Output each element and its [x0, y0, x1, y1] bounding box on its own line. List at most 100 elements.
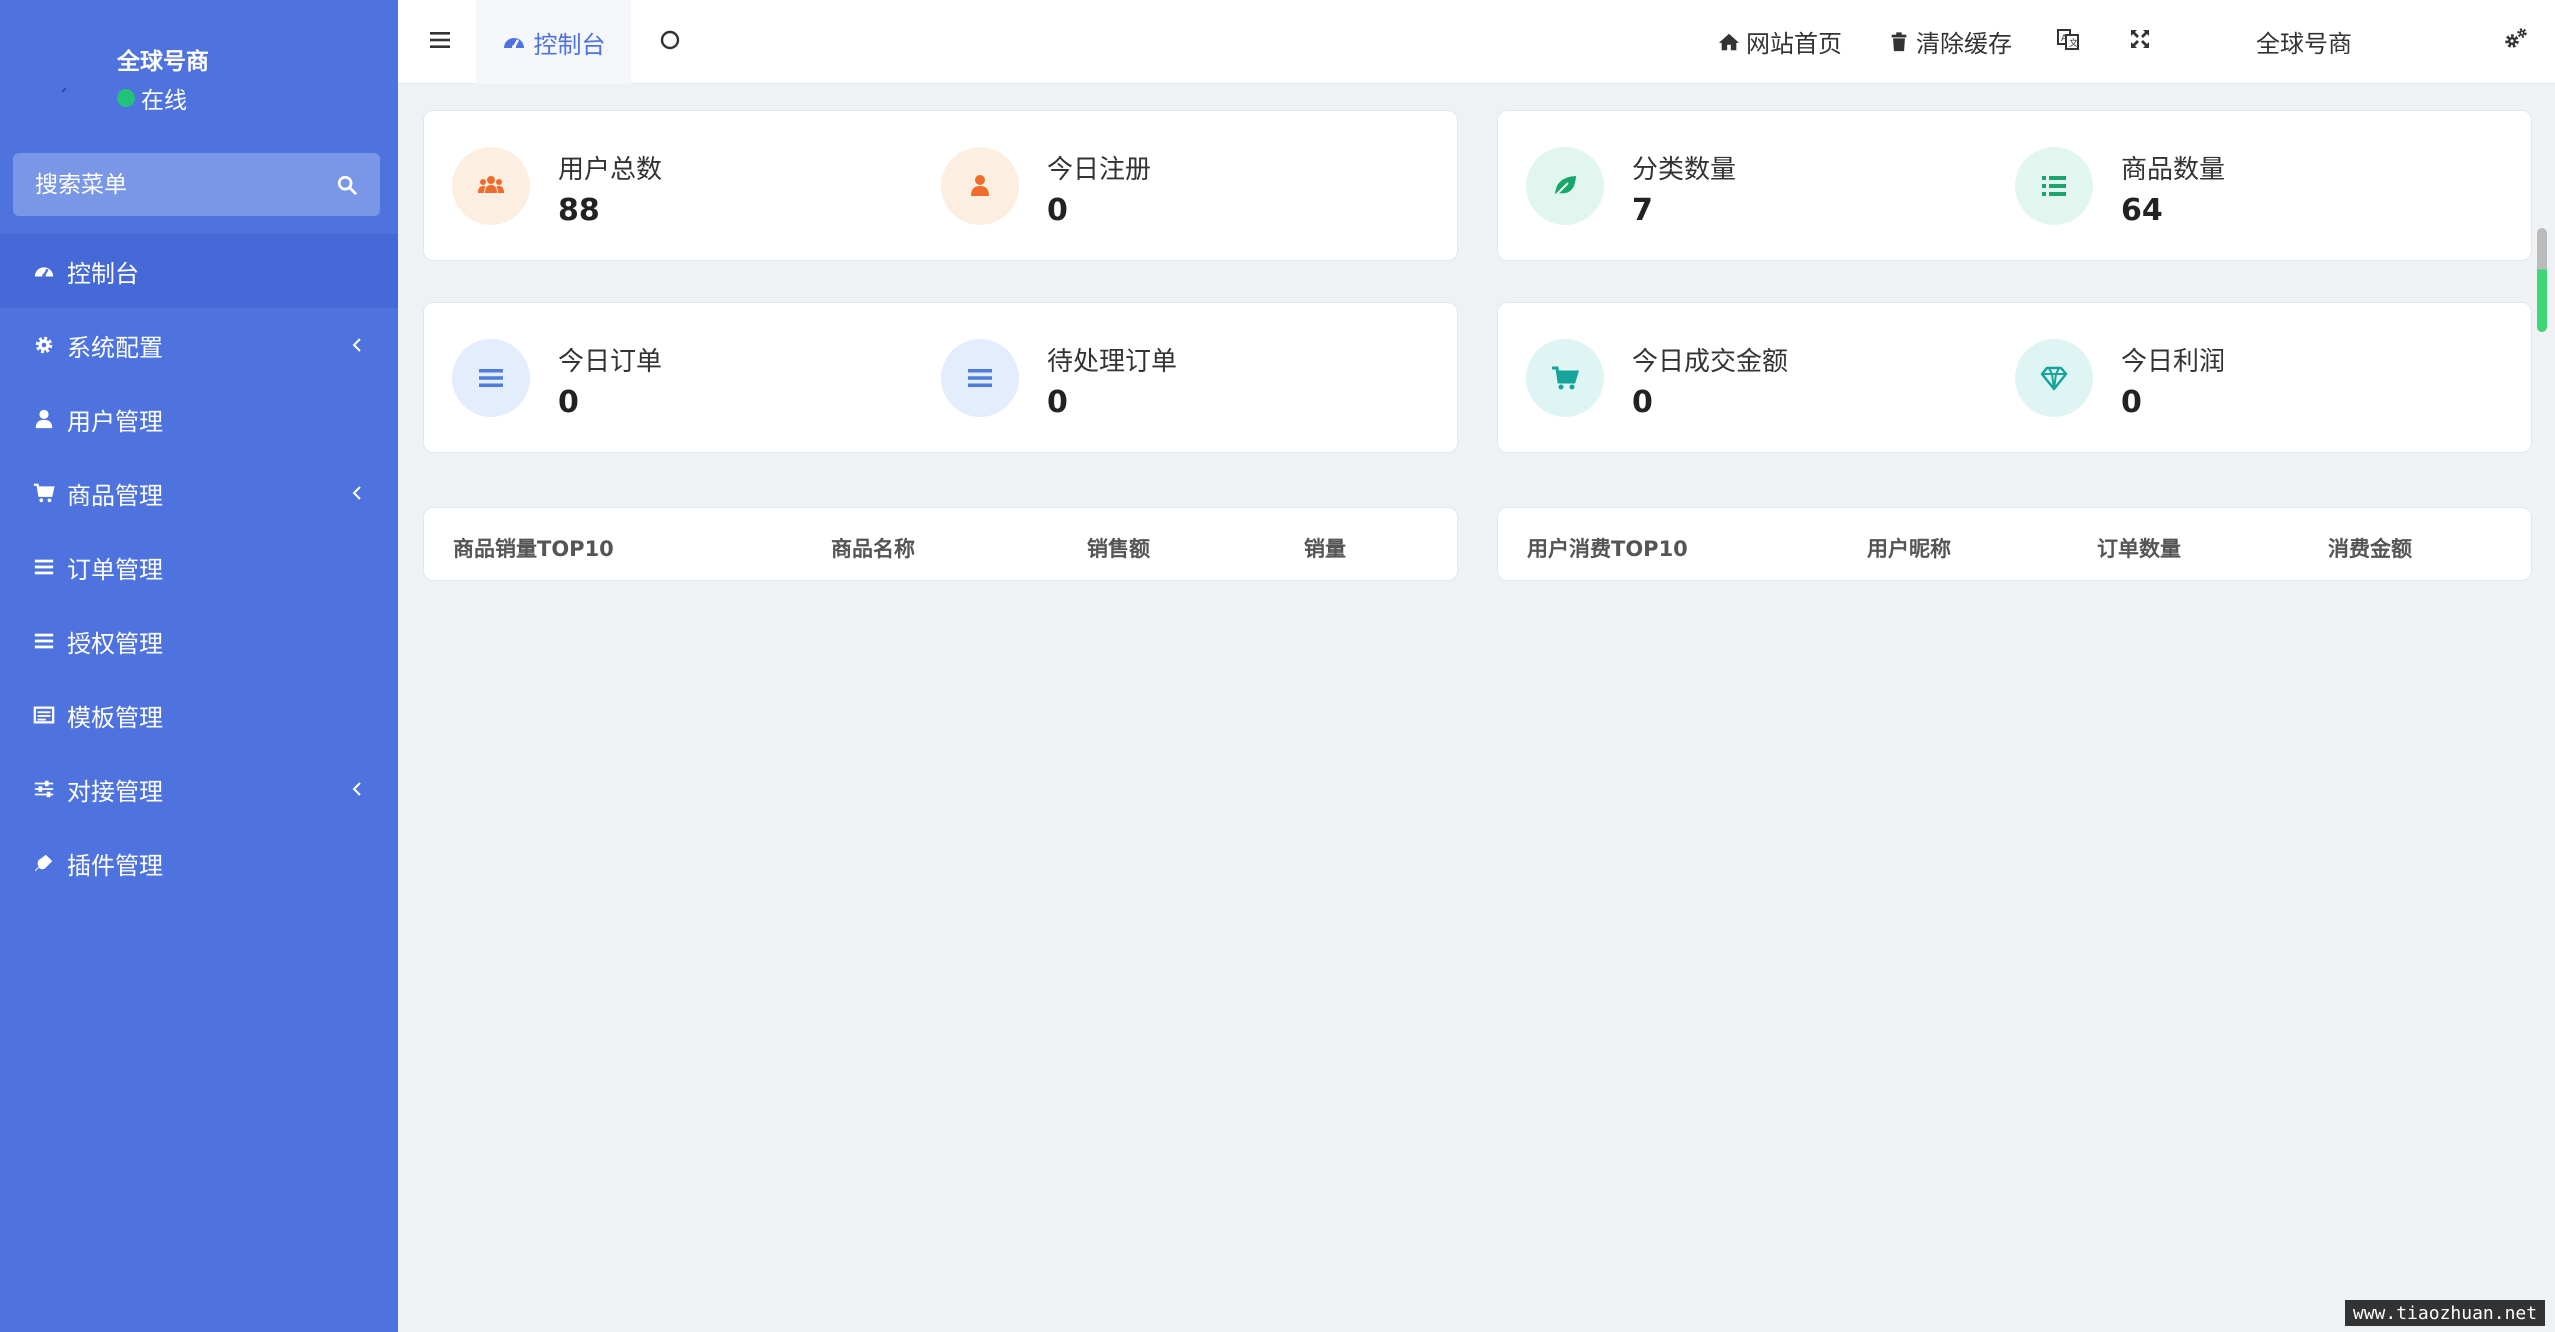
table-header: 用户昵称 [1867, 537, 1951, 561]
sidebar-item-dashboard[interactable]: 控制台 [0, 234, 398, 308]
stat-value: 88 [558, 193, 600, 228]
user-panel: 全球号商 在线 [0, 0, 398, 140]
hamburger-icon[interactable] [428, 28, 452, 52]
sidebar: 全球号商 在线 控制台 系统配置 用户管理 [0, 0, 398, 1332]
cart-icon [33, 482, 55, 504]
home-icon [1718, 33, 1740, 50]
leaf-icon [1526, 147, 1604, 225]
sidebar-item-label: 控制台 [67, 259, 139, 288]
bars-icon [941, 339, 1019, 417]
stat-label: 今日注册 [1047, 155, 1152, 185]
bars-icon [452, 339, 530, 417]
users-icon [452, 147, 530, 225]
dashboard-icon [503, 38, 524, 49]
stat-value: 0 [558, 385, 579, 420]
stat-total-users: 用户总数 88 [424, 111, 904, 261]
translate-icon[interactable]: A文 [2056, 27, 2080, 51]
sidebar-menu: 控制台 系统配置 用户管理 商品管理 订单管理 授权管理 模板管理 对接管理 插… [0, 234, 398, 900]
users-top10-table: 用户消费TOP10 用户昵称 订单数量 消费金额 [1497, 507, 2532, 581]
stat-category-count: 分类数量 7 [1498, 111, 1978, 261]
plug-icon [33, 852, 55, 874]
table-header: 销量 [1304, 537, 1346, 561]
user-menu[interactable]: 全球号商 [2208, 24, 2352, 59]
sidebar-item-goods[interactable]: 商品管理 [0, 456, 398, 530]
stat-label: 商品数量 [2121, 155, 2226, 185]
user-icon [33, 408, 55, 430]
stat-label: 今日成交金额 [1632, 347, 1789, 377]
fullscreen-icon[interactable] [2128, 27, 2152, 51]
stat-value: 0 [1047, 385, 1068, 420]
sidebar-item-docking[interactable]: 对接管理 [0, 752, 398, 826]
sidebar-item-label: 用户管理 [67, 407, 163, 436]
clear-cache-link[interactable]: 清除缓存 [1888, 24, 2012, 59]
list-icon [33, 630, 55, 652]
cart-icon [1526, 339, 1604, 417]
refresh-icon[interactable] [658, 28, 682, 52]
stat-value: 0 [1632, 385, 1653, 420]
dashboard-icon [33, 260, 55, 282]
stat-label: 待处理订单 [1047, 347, 1178, 377]
sidebar-item-label: 对接管理 [67, 777, 163, 806]
sidebar-item-users[interactable]: 用户管理 [0, 382, 398, 456]
stat-today-orders: 今日订单 0 [424, 303, 904, 453]
search-icon[interactable] [336, 174, 358, 196]
tab-label: 控制台 [533, 30, 606, 59]
stat-label: 用户总数 [558, 155, 663, 185]
sidebar-item-label: 系统配置 [67, 333, 163, 362]
gear-icon [33, 334, 55, 356]
clear-cache-label: 清除缓存 [1916, 30, 2012, 58]
sidebar-item-system-config[interactable]: 系统配置 [0, 308, 398, 382]
scrollbar[interactable] [2537, 228, 2547, 332]
menu-search-input[interactable] [35, 171, 336, 198]
status-text: 在线 [141, 88, 187, 114]
sidebar-item-label: 授权管理 [67, 629, 163, 658]
stat-value: 0 [1047, 193, 1068, 228]
stat-today-profit: 今日利润 0 [1987, 303, 2467, 453]
site-home-link[interactable]: 网站首页 [1718, 24, 1842, 59]
site-home-label: 网站首页 [1746, 30, 1842, 58]
avatar[interactable] [38, 38, 104, 104]
user-icon [941, 147, 1019, 225]
list-icon [33, 556, 55, 578]
stats-card-users: 用户总数 88 今日注册 0 [423, 110, 1458, 261]
sliders-icon [33, 778, 55, 800]
user-name: 全球号商 [117, 49, 209, 75]
svg-text:A: A [2061, 34, 2068, 44]
stats-card-goods: 分类数量 7 商品数量 64 [1497, 110, 2532, 261]
template-icon [33, 704, 55, 726]
header-username: 全球号商 [2256, 30, 2352, 58]
trash-icon [1891, 31, 1907, 51]
menu-search [13, 153, 380, 216]
stat-value: 0 [2121, 385, 2142, 420]
user-status: 在线 [117, 81, 187, 115]
stat-today-turnover: 今日成交金额 0 [1498, 303, 1978, 453]
sidebar-item-label: 商品管理 [67, 481, 163, 510]
online-dot-icon [117, 89, 135, 107]
sidebar-item-orders[interactable]: 订单管理 [0, 530, 398, 604]
stat-value: 64 [2121, 193, 2163, 228]
list-icon [2015, 147, 2093, 225]
stats-card-revenue: 今日成交金额 0 今日利润 0 [1497, 302, 2532, 453]
sidebar-item-authorization[interactable]: 授权管理 [0, 604, 398, 678]
table-header: 用户消费TOP10 [1527, 537, 1688, 561]
table-header: 商品名称 [831, 537, 915, 561]
stat-goods-count: 商品数量 64 [1987, 111, 2467, 261]
table-header: 销售额 [1087, 537, 1150, 561]
tab-dashboard[interactable]: 控制台 [476, 0, 631, 84]
diamond-icon [2015, 339, 2093, 417]
table-header: 订单数量 [2097, 537, 2181, 561]
goods-top10-table: 商品销量TOP10 商品名称 销售额 销量 [423, 507, 1458, 581]
stat-pending-orders: 待处理订单 0 [913, 303, 1393, 453]
table-header: 消费金额 [2328, 537, 2412, 561]
stat-label: 分类数量 [1632, 155, 1737, 185]
watermark: www.tiaozhuan.net [2345, 1300, 2545, 1326]
settings-gears-icon[interactable] [2504, 27, 2528, 51]
stat-value: 7 [1632, 193, 1653, 228]
sidebar-item-plugins[interactable]: 插件管理 [0, 826, 398, 900]
header-avatar [2208, 25, 2242, 59]
chevron-left-icon [352, 486, 361, 500]
chevron-left-icon [352, 338, 361, 352]
sidebar-item-templates[interactable]: 模板管理 [0, 678, 398, 752]
sidebar-item-label: 插件管理 [67, 851, 163, 880]
sidebar-item-label: 订单管理 [67, 555, 163, 584]
